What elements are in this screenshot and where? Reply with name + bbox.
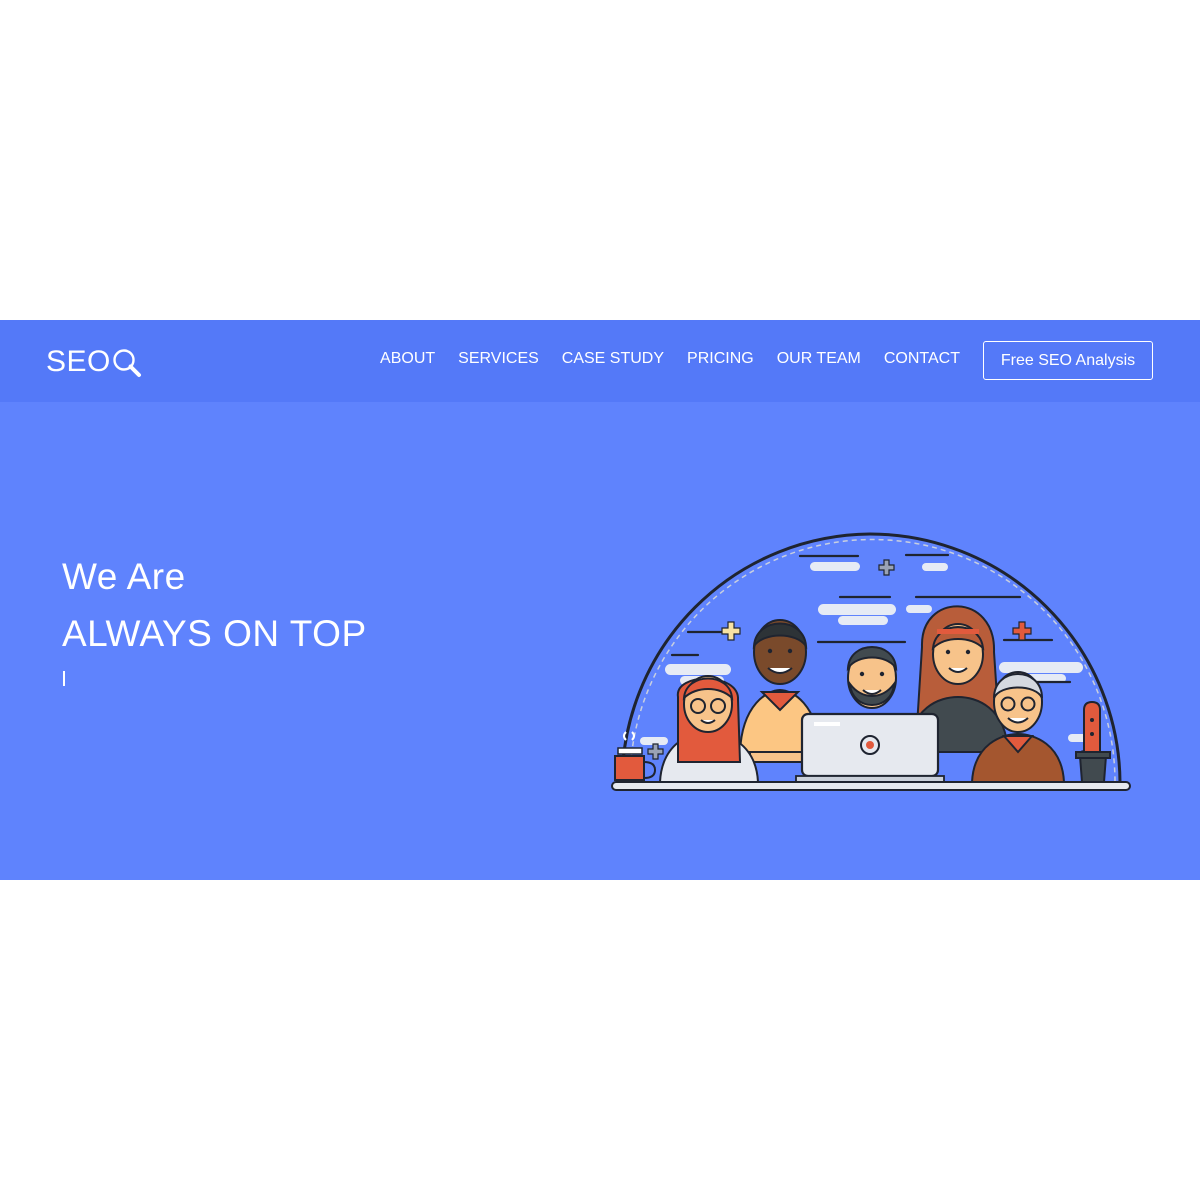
hero-heading-line2: ALWAYS ON TOP	[62, 613, 367, 654]
nav-our-team[interactable]: OUR TEAM	[777, 350, 861, 368]
nav-pricing[interactable]: PRICING	[687, 350, 754, 368]
logo-text: SEO	[46, 345, 111, 378]
free-seo-analysis-button[interactable]: Free SEO Analysis	[983, 341, 1153, 380]
navbar: SEO ABOUT SERVICES CASE STUDY PRICING OU…	[0, 320, 1200, 402]
logo[interactable]: SEO	[46, 342, 142, 382]
hero-section: We Are ALWAYS ON TOP	[0, 402, 1200, 880]
magnifier-icon	[113, 349, 141, 377]
hero-heading-line1: We Are	[62, 556, 186, 597]
team-illustration	[611, 532, 1131, 791]
landing-page: SEO ABOUT SERVICES CASE STUDY PRICING OU…	[0, 320, 1200, 880]
main-nav: ABOUT SERVICES CASE STUDY PRICING OUR TE…	[357, 350, 960, 368]
typing-caret	[63, 671, 65, 686]
nav-about[interactable]: ABOUT	[380, 350, 435, 368]
nav-services[interactable]: SERVICES	[458, 350, 539, 368]
nav-case-study[interactable]: CASE STUDY	[562, 350, 664, 368]
nav-contact[interactable]: CONTACT	[884, 350, 960, 368]
